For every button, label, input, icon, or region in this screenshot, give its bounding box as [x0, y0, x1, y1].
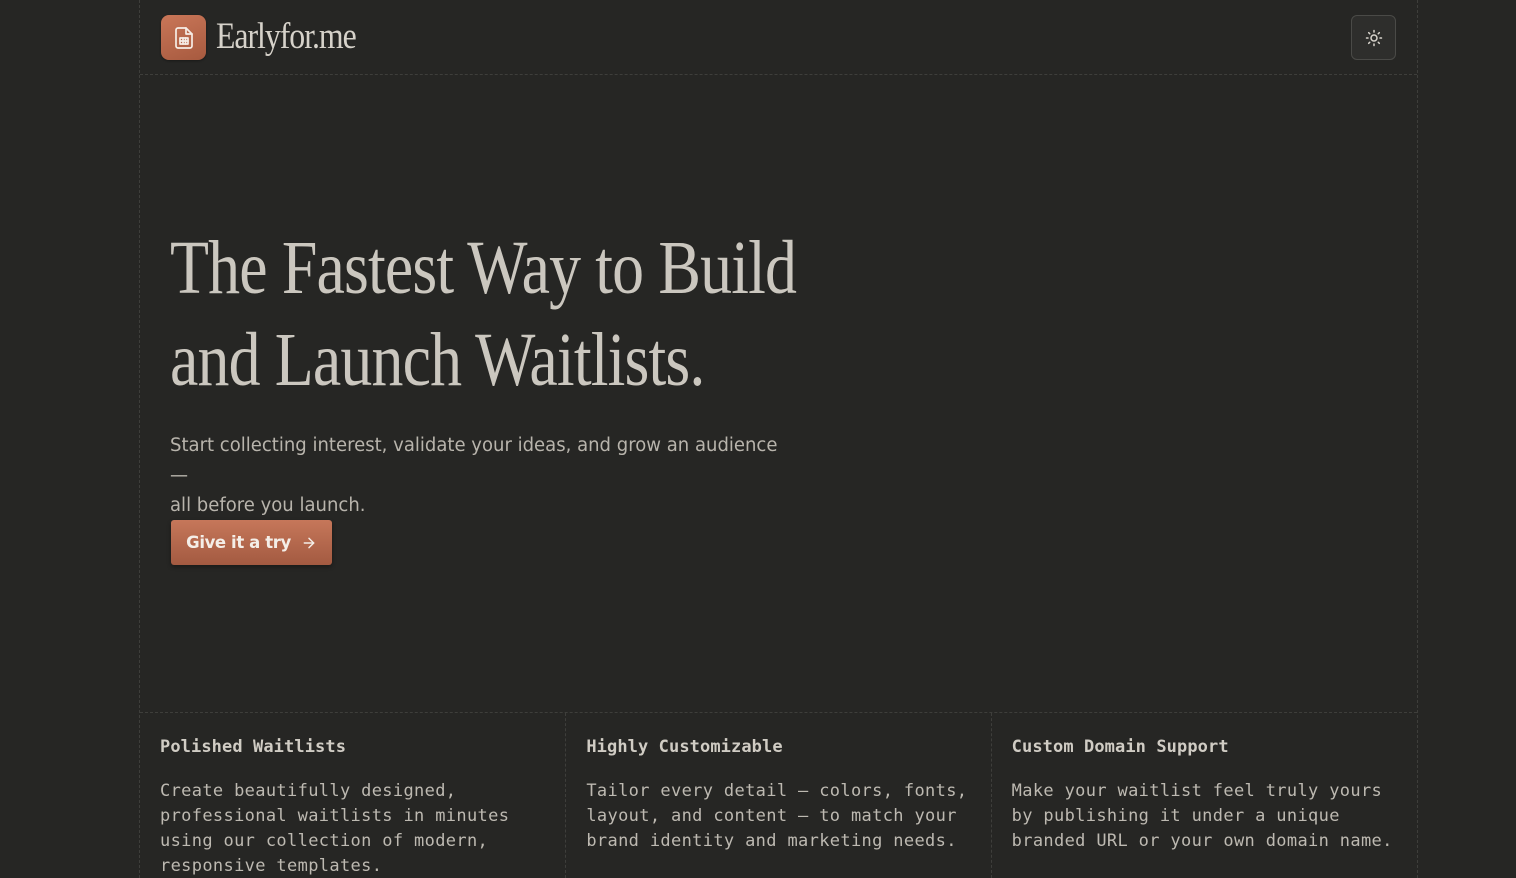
feature-line: Make your waitlist feel truly yours: [1011, 781, 1383, 801]
hero-subtitle-line-1: Start collecting interest, validate your…: [170, 435, 778, 486]
feature-description: Create beautifully designed, professiona…: [160, 779, 545, 878]
feature-description: Tailor every detail — colors, fonts, lay…: [586, 779, 970, 854]
hero-title-line-2: and Launch Waitlists.: [170, 318, 705, 402]
logo-mark[interactable]: [161, 15, 206, 60]
feature-line: by publishing it under a unique: [1011, 806, 1340, 826]
page-frame: Earlyfor.me The Fastest Way to Build and…: [139, 0, 1418, 878]
features-section: Polished Waitlists Create beautifully de…: [140, 712, 1417, 878]
arrow-right-icon: [303, 537, 315, 548]
theme-toggle-button[interactable]: [1351, 15, 1396, 60]
feature-line: responsive templates.: [160, 856, 383, 876]
feature-line: Create beautifully designed,: [160, 781, 457, 801]
feature-line: layout, and content — to match your: [586, 806, 957, 826]
sun-icon: [1365, 29, 1382, 46]
feature-card-custom-domain-support: Custom Domain Support Make your waitlist…: [990, 713, 1417, 878]
hero-title-line-1: The Fastest Way to Build: [170, 226, 797, 310]
feature-card-polished-waitlists: Polished Waitlists Create beautifully de…: [140, 713, 565, 878]
feature-description: Make your waitlist feel truly yours by p…: [1012, 779, 1397, 854]
feature-line: branded URL or your own domain name.: [1011, 831, 1393, 851]
give-it-a-try-button[interactable]: Give it a try: [171, 520, 332, 565]
feature-title: Custom Domain Support: [1011, 737, 1229, 757]
feature-card-highly-customizable: Highly Customizable Tailor every detail …: [565, 713, 990, 878]
feature-line: brand identity and marketing needs.: [586, 831, 957, 851]
feature-line: professional waitlists in minutes: [160, 806, 510, 826]
brand-name[interactable]: Earlyfor.me: [216, 14, 357, 60]
site-header: Earlyfor.me: [140, 0, 1417, 75]
cta-label: Give it a try: [186, 533, 291, 552]
hero-subtitle: Start collecting interest, validate your…: [170, 431, 794, 521]
hero-title: The Fastest Way to Build and Launch Wait…: [170, 222, 926, 406]
spreadsheet-icon: [174, 26, 193, 49]
feature-line: Tailor every detail — colors, fonts,: [586, 781, 968, 801]
feature-line: using our collection of modern,: [160, 831, 489, 851]
feature-title: Highly Customizable: [586, 737, 783, 757]
feature-title: Polished Waitlists: [160, 737, 347, 757]
hero-subtitle-line-2: all before you launch.: [170, 495, 366, 516]
